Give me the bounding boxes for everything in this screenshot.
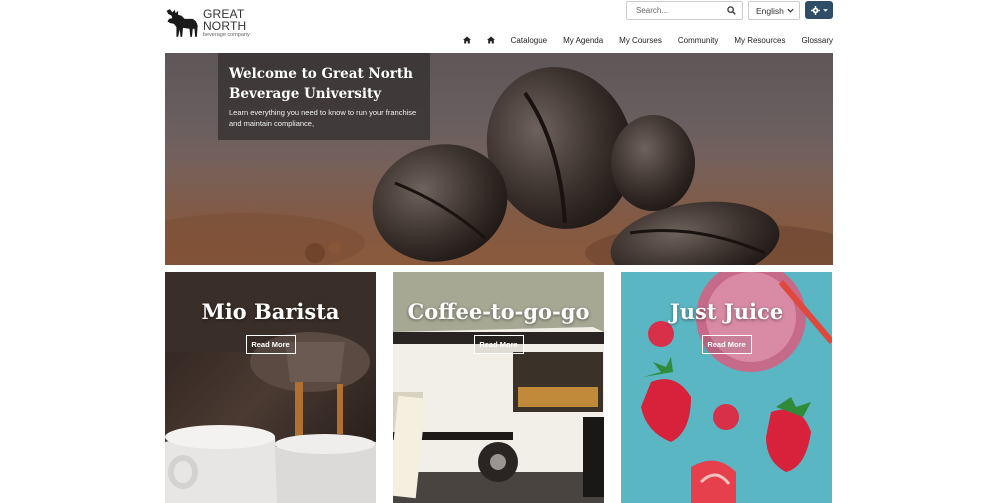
settings-button[interactable] — [805, 1, 833, 19]
gear-icon — [810, 5, 820, 15]
nav-home-icon-2[interactable] — [486, 36, 495, 44]
nav-community[interactable]: Community — [678, 36, 718, 45]
brand-name: GREAT NORTH — [202, 6, 247, 33]
card-title: Just Juice — [669, 299, 784, 324]
read-more-button[interactable]: Read More — [245, 335, 296, 354]
hero-caption: Welcome to Great North Beverage Universi… — [218, 53, 430, 140]
read-more-button[interactable]: Read More — [701, 335, 752, 354]
chevron-down-icon — [787, 8, 794, 13]
brand-logo[interactable]: GREAT NORTH beverage company — [165, 3, 275, 43]
caret-down-icon — [822, 8, 828, 12]
card-coffee-to-go-go[interactable]: Coffee-to-go-go Read More — [393, 272, 604, 503]
search-box — [626, 1, 743, 20]
home-icon — [462, 36, 471, 44]
nav-my-resources[interactable]: My Resources — [734, 36, 785, 45]
nav-my-courses[interactable]: My Courses — [619, 36, 662, 45]
card-title: Mio Barista — [201, 299, 340, 324]
card-mio-barista[interactable]: Mio Barista Read More — [165, 272, 376, 503]
card-just-juice[interactable]: Just Juice Read More — [621, 272, 832, 503]
brand-tagline: beverage company — [202, 31, 250, 38]
nav-home-icon-1[interactable] — [462, 36, 471, 44]
hero-subtitle: Learn everything you need to know to run… — [229, 108, 417, 128]
language-select[interactable]: English — [748, 1, 800, 20]
hero-title: Welcome to Great North Beverage Universi… — [229, 66, 413, 102]
search-input[interactable] — [636, 6, 726, 15]
nav-my-agenda[interactable]: My Agenda — [563, 36, 603, 45]
hero-banner: Welcome to Great North Beverage Universi… — [165, 53, 833, 265]
main-nav: Catalogue My Agenda My Courses Community… — [447, 34, 833, 46]
language-value: English — [756, 5, 784, 16]
nav-catalogue[interactable]: Catalogue — [511, 36, 547, 45]
card-title: Coffee-to-go-go — [407, 299, 590, 324]
home-icon — [486, 36, 495, 44]
moose-logo-icon — [166, 9, 198, 37]
read-more-button[interactable]: Read More — [473, 335, 524, 354]
nav-glossary[interactable]: Glossary — [801, 36, 833, 45]
search-icon[interactable] — [727, 6, 736, 15]
